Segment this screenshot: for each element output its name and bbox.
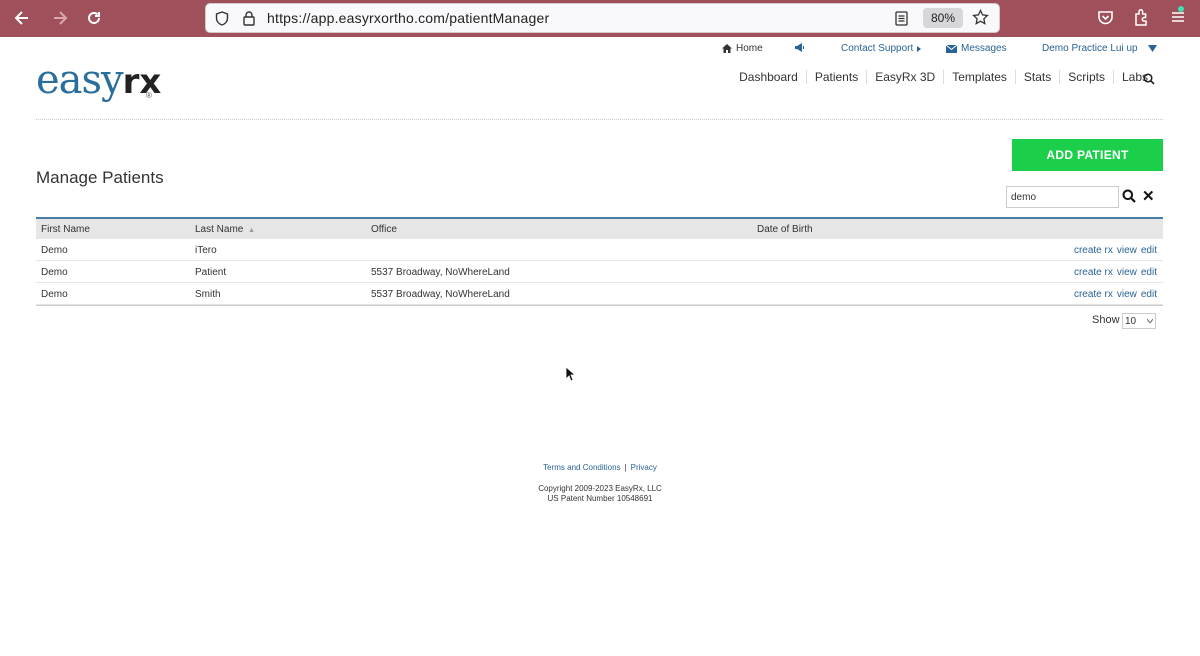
contact-support-link[interactable]: Contact Support [841,43,922,54]
cell-last-name: Smith [195,289,221,300]
dropdown-triangle-icon [1147,45,1157,52]
account-menu[interactable]: Demo Practice Lui up [1042,43,1157,54]
lock-icon[interactable] [242,10,256,31]
forward-arrow-icon[interactable] [50,8,70,28]
main-nav: Dashboard Patients EasyRx 3D Templates S… [731,70,1156,84]
page-title: Manage Patients [36,168,164,187]
row-actions: create rx view edit [1074,289,1157,300]
nav-search-icon[interactable] [1143,72,1155,90]
url-text: https://app.easyrxortho.com/patientManag… [267,10,550,26]
header-first-name[interactable]: First Name [41,224,90,235]
url-bar[interactable]: https://app.easyrxortho.com/patientManag… [205,3,1000,33]
cell-first-name: Demo [41,289,68,300]
browser-toolbar: https://app.easyrxortho.com/patientManag… [0,0,1200,37]
header-office[interactable]: Office [371,224,397,235]
envelope-icon [946,44,957,53]
zoom-level[interactable]: 80% [923,8,963,28]
caret-right-icon [917,45,922,52]
table-row: Demo Smith 5537 Broadway, NoWhereLand cr… [36,283,1163,305]
contact-support-label: Contact Support [841,43,914,54]
pocket-icon[interactable] [1097,9,1114,31]
clear-search-icon[interactable]: ✕ [1142,189,1155,204]
header-divider [36,119,1163,120]
logo-registered-mark: ® [146,91,152,100]
home-icon [722,44,732,53]
patient-search-input[interactable] [1006,186,1119,208]
table-row: Demo iTero create rx view edit [36,239,1163,261]
table-row: Demo Patient 5537 Broadway, NoWhereLand … [36,261,1163,283]
cell-office: 5537 Broadway, NoWhereLand [371,289,510,300]
add-patient-button[interactable]: ADD PATIENT [1012,139,1163,171]
update-dot [1178,6,1184,12]
header-last-name-label: Last Name [195,224,244,235]
cell-last-name: Patient [195,267,227,278]
create-rx-link[interactable]: create rx [1074,245,1113,256]
table-bottom-border [36,305,1163,306]
nav-stats[interactable]: Stats [1014,70,1059,84]
edit-link[interactable]: edit [1141,245,1157,256]
util-home-link[interactable]: Home [722,43,763,54]
copyright-text: Copyright 2009-2023 EasyRx, LLC [538,484,662,493]
nav-easyrx-3d[interactable]: EasyRx 3D [866,70,943,84]
messages-link[interactable]: Messages [946,43,1007,54]
cell-first-name: Demo [41,267,68,278]
search-icon[interactable] [1122,189,1136,208]
sort-asc-icon: ▲ [248,227,256,234]
back-arrow-icon[interactable] [12,8,32,28]
megaphone-icon [795,43,804,52]
table-header: First Name Last Name ▲ Office Date of Bi… [36,217,1163,239]
footer-separator: | [624,463,627,472]
messages-label: Messages [961,43,1007,54]
account-label: Demo Practice Lui up [1042,43,1138,54]
extensions-icon[interactable] [1133,8,1151,32]
page-size-select[interactable]: 10 [1122,313,1156,329]
nav-scripts[interactable]: Scripts [1059,70,1113,84]
row-actions: create rx view edit [1074,245,1157,256]
reload-icon[interactable] [84,8,104,28]
easyrx-logo[interactable]: easyrx [36,57,161,103]
patients-table: First Name Last Name ▲ Office Date of Bi… [36,217,1163,306]
cell-first-name: Demo [41,245,68,256]
footer-copyright: Copyright 2009-2023 EasyRx, LLC US Paten… [0,484,1200,504]
shield-icon[interactable] [215,11,229,31]
header-last-name[interactable]: Last Name ▲ [195,224,255,235]
nav-templates[interactable]: Templates [943,70,1015,84]
edit-link[interactable]: edit [1141,267,1157,278]
menu-icon[interactable] [1170,6,1186,30]
page-size-value: 10 [1125,315,1137,327]
header-dob[interactable]: Date of Birth [757,224,813,235]
view-link[interactable]: view [1117,267,1137,278]
logo-easy: easy [36,57,124,103]
privacy-link[interactable]: Privacy [631,463,657,472]
reader-view-icon[interactable] [895,11,908,31]
announcements-link[interactable] [794,43,805,52]
show-label: Show [1092,314,1120,326]
view-link[interactable]: view [1117,245,1137,256]
cell-office: 5537 Broadway, NoWhereLand [371,267,510,278]
util-home-label: Home [736,43,763,54]
view-link[interactable]: view [1117,289,1137,300]
chevron-down-icon [1147,319,1153,323]
patent-text: US Patent Number 10548691 [547,494,653,503]
create-rx-link[interactable]: create rx [1074,267,1113,278]
logo-rx: rx [122,62,162,102]
mouse-cursor-icon [565,366,577,387]
nav-dashboard[interactable]: Dashboard [731,70,806,84]
footer-links: Terms and Conditions | Privacy [0,463,1200,472]
create-rx-link[interactable]: create rx [1074,289,1113,300]
cell-last-name: iTero [195,245,217,256]
bookmark-star-icon[interactable] [972,8,989,31]
edit-link[interactable]: edit [1141,289,1157,300]
row-actions: create rx view edit [1074,267,1157,278]
terms-link[interactable]: Terms and Conditions [543,463,620,472]
nav-patients[interactable]: Patients [805,70,866,84]
